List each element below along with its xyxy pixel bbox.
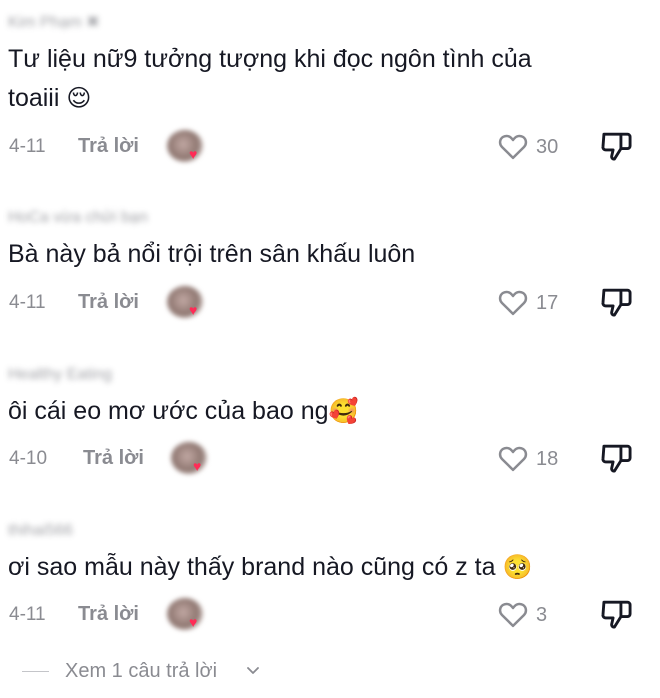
comment-text-line: Bà này bả nổi trội trên sân khấu luôn	[8, 240, 416, 268]
comment-text-line: ơi sao mẫu này thấy brand nào cũng có z …	[8, 553, 496, 581]
dislike-button[interactable]	[600, 286, 636, 322]
like-count: 30	[536, 136, 559, 158]
comment-text-line: Tư liệu nữ9 tưởng tượng khi đọc ngôn tìn…	[8, 45, 532, 73]
thumbs-down-icon	[601, 444, 632, 473]
view-replies-link[interactable]: Xem 1 câu trả lời	[65, 660, 217, 683]
reply-button[interactable]: Trả lời	[78, 135, 139, 158]
thumbs-down-icon	[601, 600, 632, 629]
view-replies-row[interactable]: Xem 1 câu trả lời	[0, 655, 660, 691]
pleading-face-emoji: 🥺	[502, 554, 533, 581]
comment-meta: 4-10 Trả lời ♥ 18	[0, 440, 660, 480]
like-count: 18	[536, 448, 559, 470]
divider	[22, 671, 49, 672]
relieved-face-emoji: 😌	[66, 85, 92, 112]
like-button[interactable]: 3	[498, 598, 588, 634]
comment-text: ôi cái eo mơ ước của bao ng🥰	[8, 392, 598, 431]
comment-meta: 4-11 Trả lời ♥ 3	[0, 596, 660, 636]
reply-button[interactable]: Trả lời	[83, 447, 144, 470]
comment-username[interactable]: Kim Phạm ✖	[8, 10, 158, 36]
heart-outline-icon	[498, 134, 528, 160]
dislike-button[interactable]	[600, 130, 636, 166]
like-count: 17	[536, 292, 559, 314]
heart-outline-icon	[498, 602, 528, 628]
dislike-button[interactable]	[600, 442, 636, 478]
reply-button[interactable]: Trả lời	[78, 291, 139, 314]
comment-text-line: ôi cái eo mơ ước của bao ng	[8, 397, 329, 425]
comment-date: 4-11	[9, 604, 46, 625]
comment-date: 4-11	[9, 136, 46, 157]
thumbs-down-icon	[601, 132, 632, 161]
comment-date: 4-10	[9, 448, 48, 469]
comment-date: 4-11	[9, 292, 46, 313]
creator-liked-avatar: ♥	[171, 440, 211, 480]
comment-text: Tư liệu nữ9 tưởng tượng khi đọc ngôn tìn…	[8, 40, 598, 118]
thumbs-down-icon	[601, 288, 632, 317]
comment-text: ơi sao mẫu này thấy brand nào cũng có z …	[8, 548, 598, 587]
comment-meta: 4-11 Trả lời ♥ 30	[0, 128, 660, 168]
comment-text-line: toaiii	[8, 84, 60, 112]
comment-meta: 4-11 Trả lời ♥ 17	[0, 284, 660, 324]
comment-username[interactable]: HoCa vừa chửi bạn	[8, 205, 158, 231]
comment-username[interactable]: Healthy Eating	[8, 362, 158, 388]
creator-liked-avatar: ♥	[167, 128, 207, 168]
comment-username[interactable]: thihai566	[8, 518, 158, 544]
dislike-button[interactable]	[600, 598, 636, 634]
like-button[interactable]: 18	[498, 442, 588, 478]
creator-liked-avatar: ♥	[167, 596, 207, 636]
heart-outline-icon	[498, 446, 528, 472]
creator-liked-avatar: ♥	[167, 284, 207, 324]
comment-text: Bà này bả nổi trội trên sân khấu luôn	[8, 235, 598, 274]
reply-button[interactable]: Trả lời	[78, 603, 139, 626]
heart-outline-icon	[498, 290, 528, 316]
like-button[interactable]: 17	[498, 286, 588, 322]
like-button[interactable]: 30	[498, 130, 588, 166]
smiling-face-with-hearts-emoji: 🥰	[328, 398, 359, 425]
chevron-down-icon[interactable]	[244, 661, 262, 679]
like-count: 3	[536, 604, 548, 626]
